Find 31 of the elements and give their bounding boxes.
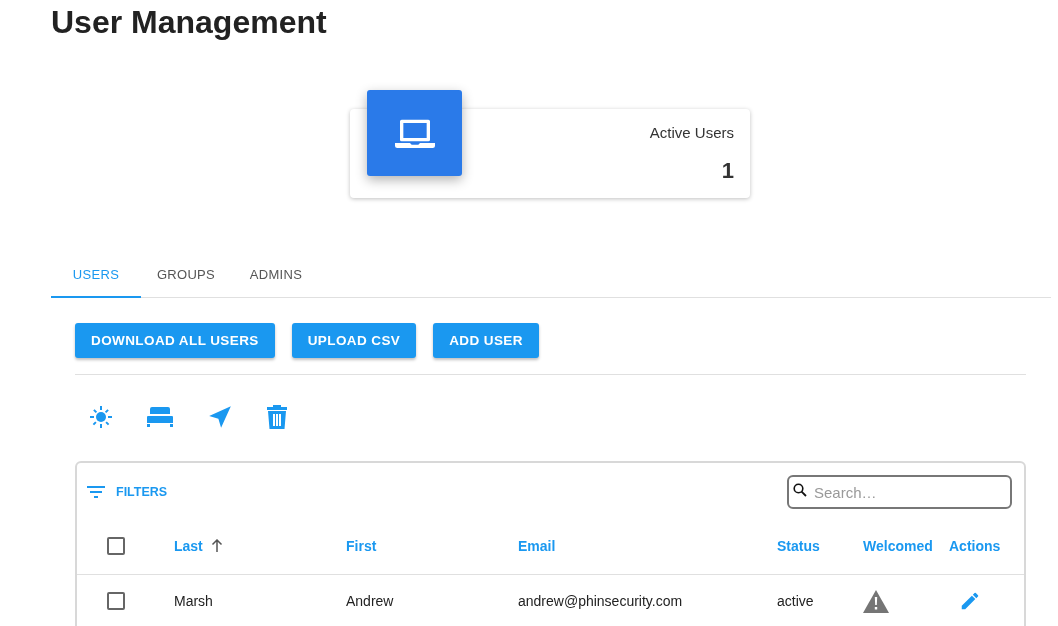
trash-icon[interactable]	[267, 405, 287, 429]
column-header[interactable]: Status	[777, 537, 820, 554]
action-button[interactable]: DOWNLOAD ALL USERS	[75, 323, 275, 358]
table-cell: Marsh	[174, 593, 213, 609]
column-header[interactable]: First	[346, 537, 377, 554]
action-button[interactable]: ADD USER	[433, 323, 539, 358]
search-icon	[793, 483, 807, 497]
stat-label: Active Users	[649, 124, 734, 141]
edit-pencil-icon[interactable]	[959, 590, 981, 612]
tab[interactable]: GROUPS	[141, 255, 231, 298]
column-header[interactable]: Welcomed	[863, 537, 933, 554]
tab[interactable]: ADMINS	[231, 255, 321, 298]
search-field[interactable]: Search…	[787, 475, 1012, 509]
table-cell: andrew@phinsecurity.com	[518, 593, 683, 609]
bed-icon[interactable]	[147, 407, 173, 427]
filters-button[interactable]: FILTERS	[87, 485, 168, 499]
sort-arrow-icon[interactable]	[210, 539, 223, 552]
tab[interactable]: USERS	[51, 255, 141, 298]
filter-icon	[87, 486, 105, 498]
sun-icon[interactable]	[89, 405, 113, 429]
column-header[interactable]: Actions	[949, 537, 1001, 554]
action-button[interactable]: UPLOAD CSV	[291, 323, 417, 358]
column-header[interactable]: Email	[518, 537, 556, 554]
select-all-checkbox[interactable]	[107, 536, 125, 555]
paper-plane-icon[interactable]	[207, 404, 233, 430]
stat-value: 1	[721, 158, 734, 184]
page-title: User Management	[51, 3, 328, 40]
column-header[interactable]: Last	[174, 537, 203, 554]
table-cell: active	[777, 593, 814, 609]
row-checkbox[interactable]	[107, 592, 125, 610]
table-cell: Andrew	[346, 593, 394, 609]
